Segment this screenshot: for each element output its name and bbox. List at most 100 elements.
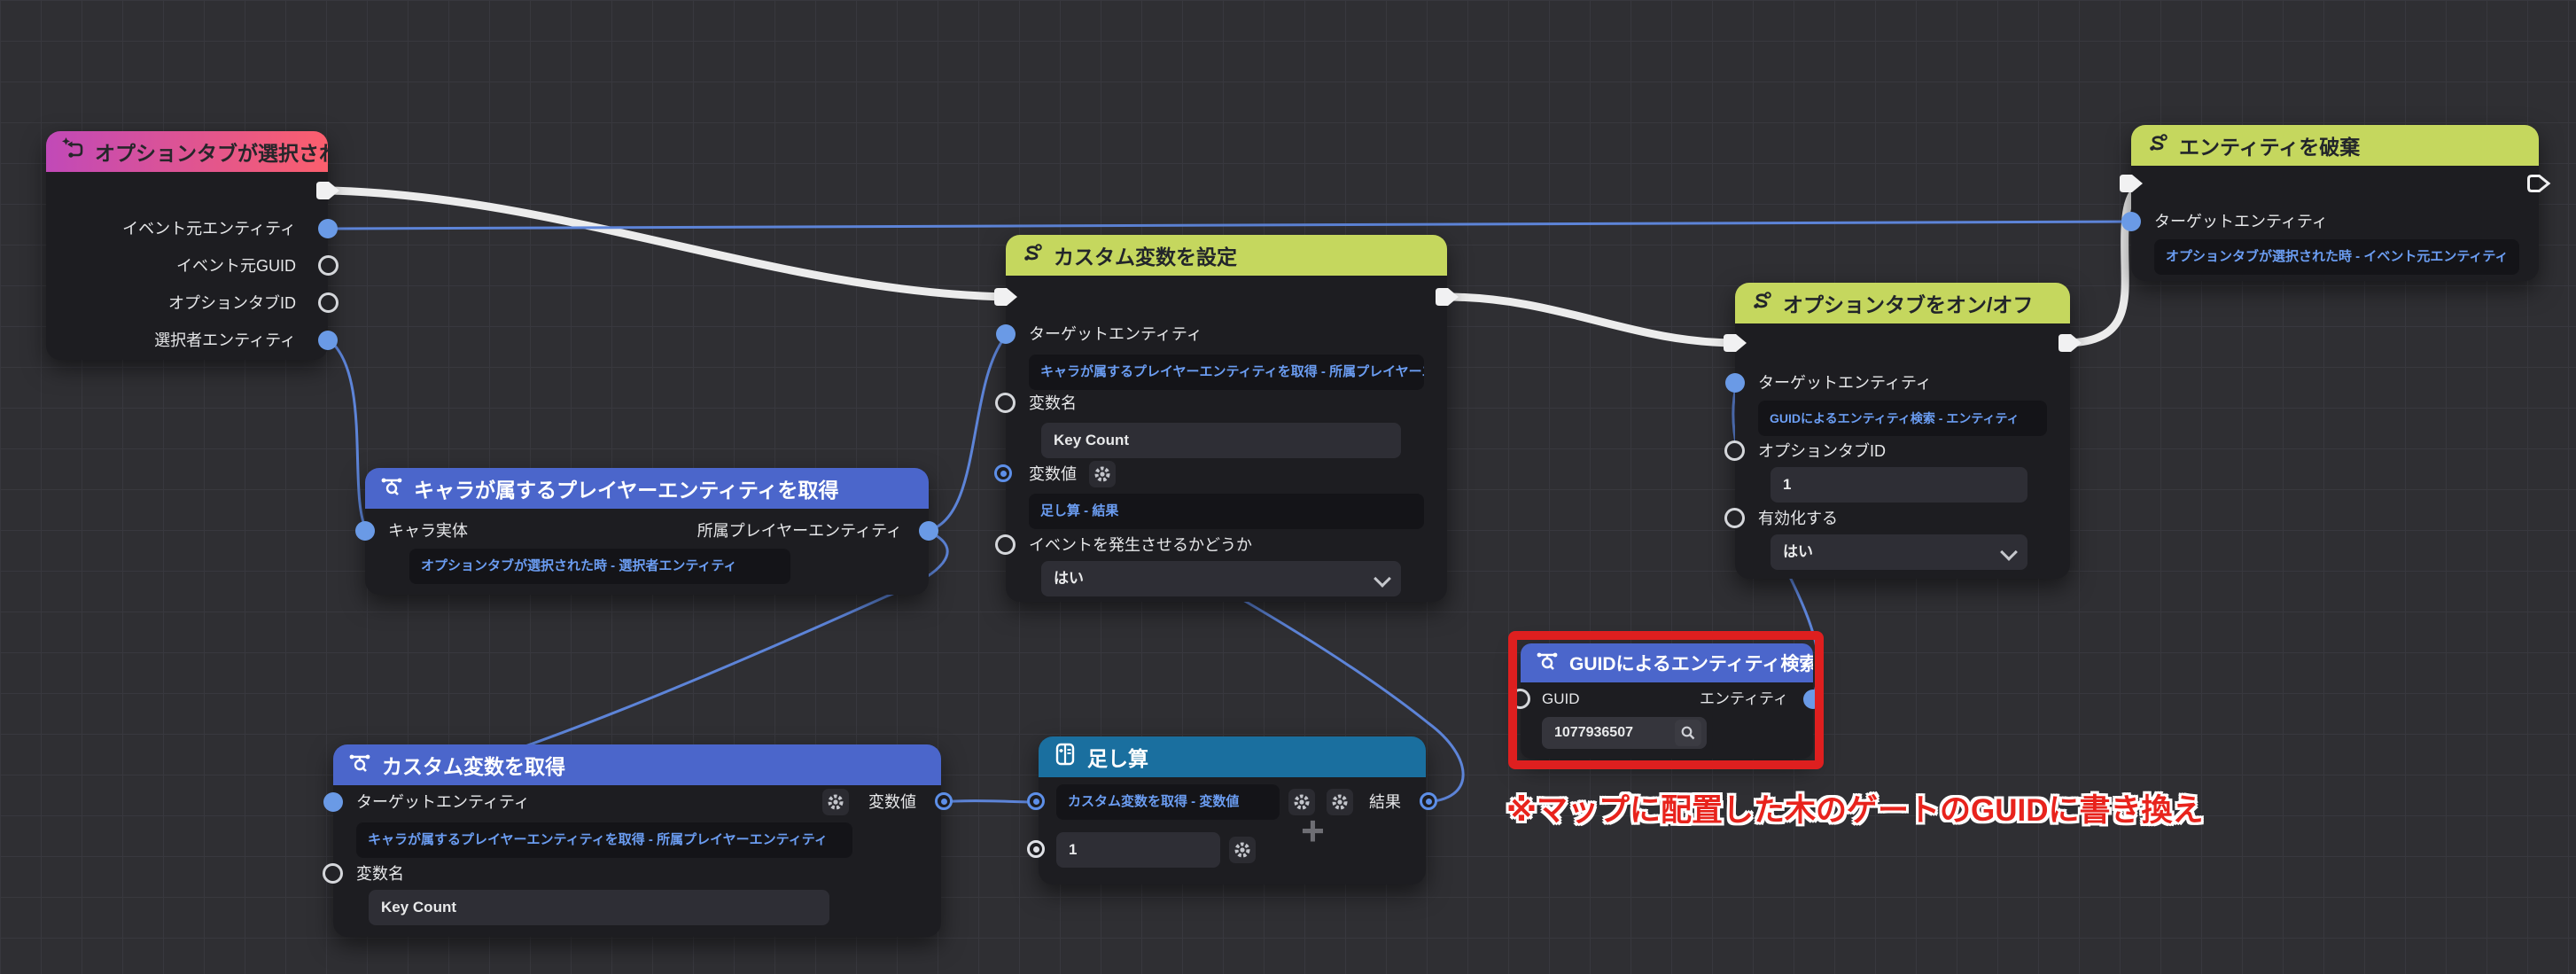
target-entity-link[interactable]: キャラが属するプレイヤーエンティティを取得 - 所属プレイヤーエンティティ [1029,355,1424,390]
varvalue-label: 変数値 [1029,463,1077,486]
varvalue-link[interactable]: 足し算 - 結果 [1029,494,1424,529]
target-entity-link[interactable]: GUIDによるエンティティ検索 - エンティティ [1758,401,2047,436]
node-set-custom-variable[interactable]: カスタム変数を設定 ターゲットエンティティ キャラが属するプレイヤーエンティティ… [1006,235,1447,602]
node-header[interactable]: オプションタブが選択された時 [46,131,328,172]
raise-event-label: イベントを発生させるかどうか [1029,534,1252,557]
target-entity-port[interactable] [323,792,343,812]
result-type-gear-button[interactable] [1327,789,1353,815]
varname-input[interactable]: Key Count [369,890,829,925]
target-entity-port[interactable] [2121,212,2141,231]
target-entity-link[interactable]: キャラが属するプレイヤーエンティティを取得 - 所属プレイヤーエンティティ [356,822,852,858]
src-guid-port[interactable] [318,255,339,276]
red-annotation-note: ※マップに配置した木のゲートのGUIDに書き換え [1506,785,2204,830]
node-option-tab-selected[interactable]: オプションタブが選択された時 イベント元エンティティ イベント元GUID オプシ… [46,131,328,360]
exec-in-port[interactable] [1720,331,1750,359]
addend2-type-gear-button[interactable] [1229,837,1256,863]
node-get-player-entity[interactable]: キャラが属するプレイヤーエンティティを取得 キャラ実体 所属プレイヤーエンティテ… [365,468,929,595]
raise-event-port[interactable] [995,534,1016,555]
src-entity-port[interactable] [318,219,338,238]
varname-label: 変数名 [1029,392,1077,415]
enable-dropdown[interactable]: はい [1771,534,2027,570]
exec-out-port[interactable] [313,179,343,206]
node-header[interactable]: オプションタブをオン/オフ [1735,283,2070,323]
query-icon [347,751,372,780]
addend1-link[interactable]: カスタム変数を取得 - 変数値 [1056,784,1280,820]
exec-out-port-unconnected[interactable] [2524,172,2554,199]
node-get-custom-variable[interactable]: カスタム変数を取得 ターゲットエンティティ 変数値 キャラが属するプレイヤーエン… [333,744,941,937]
chara-entity-port[interactable] [355,521,375,541]
varname-label: 変数名 [356,862,404,885]
exec-in-port[interactable] [991,285,1021,313]
node-title: キャラが属するプレイヤーエンティティを取得 [414,473,839,503]
wire-getvar-to-add [939,801,1040,802]
enable-label: 有効化する [1758,507,1838,530]
node-toggle-option-tab[interactable]: オプションタブをオン/オフ ターゲットエンティティ GUIDによるエンティティ検… [1735,283,2070,579]
plus-operator-icon: + [1301,813,1325,848]
node-addition[interactable]: 足し算 カスタム変数を取得 - 変数値 結果 + 1 [1039,736,1426,884]
varname-port[interactable] [323,863,343,884]
varname-port[interactable] [995,393,1016,413]
node-header[interactable]: 足し算 [1039,736,1426,777]
node-header[interactable]: キャラが属するプレイヤーエンティティを取得 [365,468,929,509]
tab-id-port[interactable] [1724,440,1745,461]
target-entity-label: ターゲットエンティティ [1758,371,1932,394]
chara-entity-label: キャラ実体 [388,519,468,542]
selector-entity-port[interactable] [318,331,338,350]
wire-selector-to-chara [330,340,367,531]
signal-icon [1020,242,1044,269]
node-destroy-entity[interactable]: エンティティを破棄 ターゲットエンティティ オプションタブが選択された時 - イ… [2131,125,2539,281]
addend2-port[interactable] [1027,840,1045,858]
varvalue-type-gear-button[interactable] [822,789,849,815]
tab-id-label: オプションタブID [1758,440,1886,463]
node-header[interactable]: カスタム変数を設定 [1006,235,1447,276]
player-entity-port[interactable] [919,521,938,541]
tab-id-port[interactable] [318,292,339,313]
node-title: カスタム変数を設定 [1054,240,1237,270]
addend1-type-gear-button[interactable] [1288,789,1315,815]
signal-icon [2145,132,2169,160]
exec-out-port[interactable] [1432,285,1462,313]
wire-exec-setvar-to-toggle [1445,297,1737,343]
player-entity-label: 所属プレイヤーエンティティ [631,519,902,542]
chara-entity-link[interactable]: オプションタブが選択された時 - 選択者エンティティ [409,549,790,584]
target-entity-label: ターゲットエンティティ [2154,210,2328,233]
event-loop-icon [60,136,85,167]
signal-icon [1749,290,1773,317]
target-entity-label: ターゲットエンティティ [1029,323,1202,346]
node-header[interactable]: エンティティを破棄 [2131,125,2539,166]
out-label-src-guid: イベント元GUID [64,254,296,277]
node-title: エンティティを破棄 [2179,130,2360,160]
exec-in-port[interactable] [2116,172,2146,199]
target-entity-port[interactable] [1725,373,1745,393]
node-graph-canvas[interactable]: オプションタブが選択された時 イベント元エンティティ イベント元GUID オプシ… [0,0,2576,974]
enable-port[interactable] [1724,508,1745,528]
node-title: カスタム変数を取得 [382,750,565,780]
target-entity-port[interactable] [996,324,1016,344]
raise-event-dropdown[interactable]: はい [1041,561,1401,596]
result-port[interactable] [1420,792,1437,810]
calculator-icon [1053,742,1078,772]
node-title: 足し算 [1087,742,1148,772]
target-entity-link[interactable]: オプションタブが選択された時 - イベント元エンティティ [2154,239,2519,275]
query-icon [379,474,404,503]
addend2-input[interactable]: 1 [1056,832,1220,868]
node-header[interactable]: カスタム変数を取得 [333,744,941,785]
wire-player-to-setvar-target [927,334,1008,531]
addend1-port[interactable] [1027,792,1045,810]
out-label-selector: 選択者エンティティ [64,329,296,352]
wire-exec-event-to-setvar [330,191,1008,297]
target-entity-label: ターゲットエンティティ [356,791,530,814]
varvalue-port[interactable] [994,464,1012,482]
red-highlight-border [1508,631,1824,769]
tab-id-input[interactable]: 1 [1771,467,2027,503]
node-title: オプションタブが選択された時 [95,136,328,167]
varvalue-type-gear-button[interactable] [1089,461,1116,487]
node-title: オプションタブをオン/オフ [1783,288,2033,318]
varname-input[interactable]: Key Count [1041,423,1401,458]
out-label-tab-id: オプションタブID [64,292,296,315]
varvalue-out-port[interactable] [935,792,953,810]
exec-out-port[interactable] [2055,331,2085,359]
out-label-src-entity: イベント元エンティティ [64,217,296,240]
result-label: 結果 [1369,791,1401,814]
varvalue-out-label: 変数値 [868,791,916,814]
